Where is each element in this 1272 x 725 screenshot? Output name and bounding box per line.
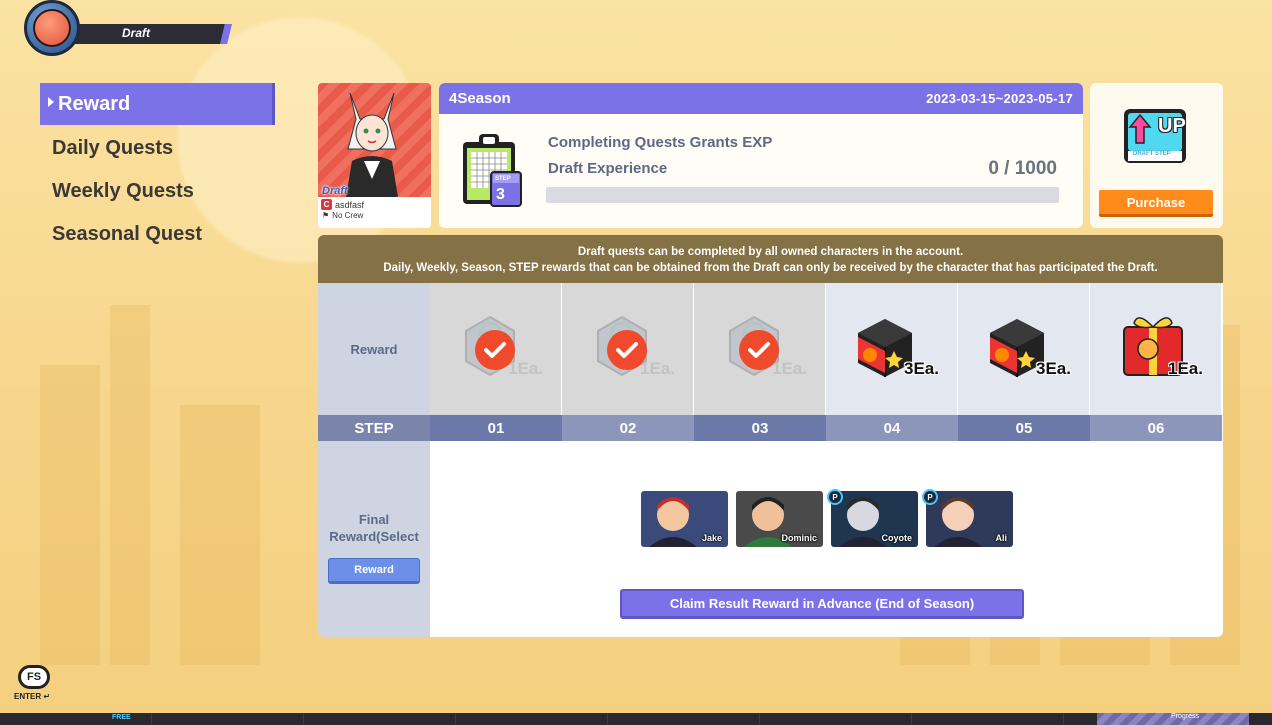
final-reward-character-dominic[interactable]: Dominic <box>736 491 823 547</box>
basketball-icon <box>24 0 80 56</box>
reward-quantity: 3Ea. <box>904 359 939 378</box>
purchase-panel: UP DRAFT STEP Purchase <box>1090 83 1223 228</box>
step-number-04: 04 <box>826 415 958 441</box>
season-header: 4Season 2023-03-15~2023-05-17 <box>439 83 1083 114</box>
fs-logo-icon: FS <box>18 665 50 689</box>
mode-label: Draft <box>122 26 151 40</box>
reward-quantity: 1Ea. <box>772 359 807 378</box>
fs-enter-label: ENTER ↵ <box>14 692 51 701</box>
taskbar-progress[interactable]: Progress <box>1097 713 1249 725</box>
reward-cell-step-03[interactable]: 1Ea. <box>694 283 826 415</box>
menu-item-daily-quests[interactable]: Daily Quests <box>40 127 275 170</box>
draft-notice: Draft quests can be completed by all own… <box>318 235 1223 283</box>
free-label: FREE <box>112 714 131 721</box>
taskbar-segment[interactable] <box>456 713 608 725</box>
notice-line-2: Daily, Weekly, Season, STEP rewards that… <box>383 262 1158 274</box>
side-menu: Reward Daily Quests Weekly Quests Season… <box>40 83 275 256</box>
character-portrait: Draft <box>318 83 431 197</box>
reward-cell-step-05[interactable]: 3Ea. <box>958 283 1090 415</box>
reward-row-label-text: Reward <box>350 341 398 357</box>
menu-item-reward[interactable]: Reward <box>40 83 275 125</box>
step-row: STEP 01 02 03 04 05 06 <box>318 415 1223 441</box>
clipboard-step-icon <box>463 134 522 207</box>
taskbar-segment[interactable] <box>152 713 304 725</box>
crew-badge-icon: C <box>321 199 332 210</box>
step-number-06: 06 <box>1090 415 1222 441</box>
draft-tag: Draft <box>322 185 348 197</box>
purchase-button[interactable]: Purchase <box>1099 190 1213 217</box>
premium-badge-icon: P <box>827 489 843 505</box>
up-icon-subtext: DRAFT STEP <box>1133 151 1171 157</box>
reward-cell-step-02[interactable]: 1Ea. <box>562 283 694 415</box>
notice-line-1: Draft quests can be completed by all own… <box>577 246 964 258</box>
reward-row-label: Reward <box>318 283 430 415</box>
premium-badge-icon: P <box>922 489 938 505</box>
reward-table: Reward 1Ea. 1Ea. 1Ea. 3Ea. 3Ea. 1Ea. STEP 01 0… <box>318 283 1223 637</box>
exp-count: 0 / 1000 <box>988 158 1057 179</box>
season-panel: 4Season 2023-03-15~2023-05-17 STEP 3 Com… <box>439 83 1083 228</box>
reward-quantity: 1Ea. <box>1168 359 1203 378</box>
character-crew-row: ⚑ No Crew <box>318 210 431 220</box>
final-reward-character-coyote[interactable]: Coyote <box>831 491 918 547</box>
character-name: Ali <box>995 533 1007 543</box>
final-reward-label-cell: Final Reward(Select Reward <box>318 441 430 637</box>
menu-item-seasonal-quest[interactable]: Seasonal Quest <box>40 213 275 256</box>
reward-cell-step-04[interactable]: 3Ea. <box>826 283 958 415</box>
step-number-02: 02 <box>562 415 694 441</box>
final-reward-character-jake[interactable]: Jake <box>641 491 728 547</box>
step-number: 3 <box>496 186 505 203</box>
exp-subtitle: Draft Experience <box>548 160 668 177</box>
reward-cell-step-06[interactable]: 1Ea. <box>1090 283 1222 415</box>
final-reward-label: Final Reward(Select <box>329 512 419 544</box>
step-number-03: 03 <box>694 415 826 441</box>
menu-item-label: Daily Quests <box>52 137 174 159</box>
step-number-05: 05 <box>958 415 1090 441</box>
character-name: Dominic <box>781 533 817 543</box>
bottom-taskbar: FREE Progress <box>0 713 1272 725</box>
step-label: STEP <box>495 176 511 182</box>
menu-item-label: Weekly Quests <box>52 180 194 202</box>
step-number-01: 01 <box>430 415 562 441</box>
reward-quantity: 1Ea. <box>508 359 543 378</box>
character-name: asdfasf <box>335 199 365 210</box>
taskbar-segment[interactable] <box>760 713 912 725</box>
season-body: STEP 3 Completing Quests Grants EXP Draf… <box>439 114 1083 228</box>
taskbar-segment[interactable] <box>608 713 760 725</box>
reward-row: 1Ea. 1Ea. 1Ea. 3Ea. 3Ea. 1Ea. <box>430 283 1222 415</box>
crew-name: No Crew <box>332 211 364 220</box>
final-reward-area: Jake Dominic Coyote Ali Claim Result Reward… <box>430 441 1223 637</box>
up-icon-text: UP <box>1158 115 1186 137</box>
mode-badge: Draft <box>24 0 232 56</box>
menu-item-label: Seasonal Quest <box>52 223 203 245</box>
taskbar-segment[interactable]: FREE <box>0 713 152 725</box>
character-name: Jake <box>701 533 722 543</box>
final-reward-button[interactable]: Reward <box>328 558 420 584</box>
menu-item-weekly-quests[interactable]: Weekly Quests <box>40 170 275 213</box>
reward-quantity: 1Ea. <box>640 359 675 378</box>
flag-icon: ⚑ <box>322 211 330 220</box>
character-avatar <box>346 92 398 197</box>
fs-enter-button[interactable]: FS ENTER ↵ <box>14 665 56 703</box>
season-date: 2023-03-15~2023-05-17 <box>926 91 1073 106</box>
taskbar-segment[interactable] <box>304 713 456 725</box>
reward-quantity: 3Ea. <box>1036 359 1071 378</box>
exp-progress-bar <box>546 187 1059 203</box>
character-card[interactable]: Draft C asdfasf ⚑ No Crew <box>318 83 431 228</box>
progress-label: Progress <box>1171 713 1200 720</box>
claim-advance-button[interactable]: Claim Result Reward in Advance (End of S… <box>620 589 1024 619</box>
menu-item-label: Reward <box>58 92 131 115</box>
taskbar-segment[interactable] <box>912 713 1064 725</box>
reward-cell-step-01[interactable]: 1Ea. <box>430 283 562 415</box>
character-name: Coyote <box>881 533 912 543</box>
final-reward-character-ali[interactable]: Ali <box>926 491 1013 547</box>
season-title: 4Season <box>449 90 511 107</box>
exp-title: Completing Quests Grants EXP <box>548 134 773 151</box>
character-name-row: C asdfasf <box>318 197 431 210</box>
step-row-label: STEP <box>318 415 430 441</box>
